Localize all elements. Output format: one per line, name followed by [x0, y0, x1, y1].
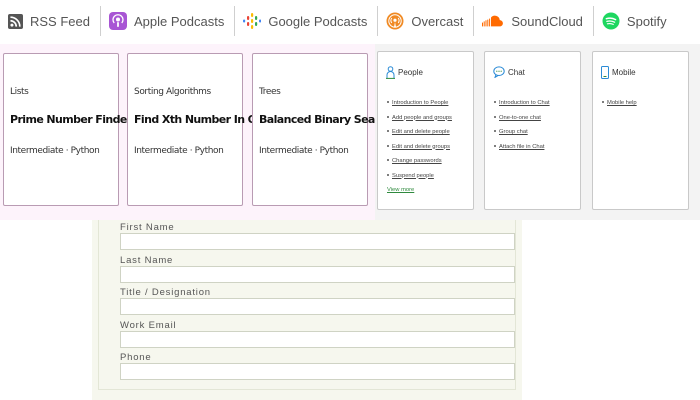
- podcast-subscribe-bar: RSS Feed Apple Podcasts Google Podcasts …: [0, 0, 700, 42]
- soundcloud-label: SoundCloud: [511, 13, 583, 29]
- list-item: Attach file in Chat: [494, 140, 550, 155]
- help-link[interactable]: Attach file in Chat: [499, 144, 544, 150]
- help-card-header: Chat: [493, 66, 525, 78]
- apple-podcasts-icon: [108, 12, 127, 30]
- list-item: Change passwords: [387, 154, 452, 169]
- help-card-title: Mobile: [612, 68, 636, 77]
- help-link[interactable]: Edit and delete groups: [392, 144, 450, 150]
- help-link[interactable]: Group chat: [499, 129, 528, 135]
- list-item: Introduction to People: [387, 96, 452, 111]
- list-item: Add people and groups: [387, 111, 452, 126]
- chat-icon: [493, 66, 505, 78]
- problem-card-prime-number-finder[interactable]: Lists Prime Number Finder Intermediate ·…: [3, 53, 132, 206]
- help-card-people: People Introduction to People Add people…: [377, 51, 474, 210]
- phone-input[interactable]: [120, 363, 515, 380]
- problem-category: Trees: [259, 87, 281, 97]
- soundcloud-icon: [482, 14, 504, 28]
- google-podcasts-icon: [243, 12, 262, 30]
- last-name-input[interactable]: [120, 266, 515, 283]
- problem-card-find-xth-number[interactable]: Sorting Algorithms Find Xth Number In Or…: [127, 53, 281, 206]
- help-link-list: Introduction to Chat One-to-one chat Gro…: [494, 96, 550, 154]
- list-item: Edit and delete groups: [387, 140, 452, 155]
- contact-form: First Name Last Name Title / Designation…: [92, 220, 522, 400]
- rss-feed-link[interactable]: RSS Feed: [0, 0, 100, 42]
- help-link[interactable]: Change passwords: [392, 158, 442, 164]
- help-card-chat: Chat Introduction to Chat One-to-one cha…: [484, 51, 581, 210]
- help-link[interactable]: Introduction to Chat: [499, 100, 550, 106]
- problem-card-balanced-bst[interactable]: Trees Balanced Binary Search Tree Interm…: [252, 53, 421, 206]
- soundcloud-link[interactable]: SoundCloud: [474, 0, 593, 42]
- first-name-input[interactable]: [120, 233, 515, 250]
- help-link[interactable]: One-to-one chat: [499, 115, 541, 121]
- list-item: Edit and delete people: [387, 125, 452, 140]
- problem-category: Sorting Algorithms: [134, 87, 211, 97]
- help-card-mobile: Mobile Mobile help: [592, 51, 689, 210]
- help-link[interactable]: Suspend people: [392, 173, 434, 179]
- list-item: One-to-one chat: [494, 111, 550, 126]
- overcast-label: Overcast: [411, 13, 464, 29]
- apple-podcasts-link[interactable]: Apple Podcasts: [101, 0, 234, 42]
- help-link-list: Mobile help: [602, 96, 637, 111]
- rss-feed-label: RSS Feed: [30, 13, 90, 29]
- help-link[interactable]: Mobile help: [607, 100, 637, 106]
- rss-icon: [8, 13, 23, 29]
- first-name-label: First Name: [120, 222, 175, 233]
- mobile-icon: [601, 66, 609, 79]
- help-link[interactable]: Add people and groups: [392, 115, 452, 121]
- overcast-icon: [386, 12, 404, 30]
- problem-meta: Intermediate · Python: [259, 146, 349, 156]
- list-item: Mobile help: [602, 96, 637, 111]
- help-link-list: Introduction to People Add people and gr…: [387, 96, 452, 183]
- title-designation-input[interactable]: [120, 298, 515, 315]
- list-item: Introduction to Chat: [494, 96, 550, 111]
- spotify-label: Spotify: [626, 13, 667, 29]
- spotify-link[interactable]: Spotify: [594, 0, 677, 42]
- help-link[interactable]: Edit and delete people: [392, 129, 450, 135]
- problem-meta: Intermediate · Python: [134, 146, 224, 156]
- apple-podcasts-label: Apple Podcasts: [133, 13, 225, 29]
- problem-meta: Intermediate · Python: [10, 146, 100, 156]
- overcast-link[interactable]: Overcast: [378, 0, 473, 42]
- help-card-title: People: [398, 68, 423, 77]
- problem-category: Lists: [10, 87, 29, 97]
- problem-title: Prime Number Finder: [10, 113, 132, 126]
- work-email-input[interactable]: [120, 331, 515, 348]
- help-link[interactable]: Introduction to People: [392, 100, 448, 106]
- work-email-label: Work Email: [120, 320, 177, 331]
- title-designation-label: Title / Designation: [120, 287, 211, 298]
- list-item: Suspend people: [387, 169, 452, 184]
- view-more-link[interactable]: View more: [387, 187, 414, 193]
- person-icon: [386, 66, 395, 79]
- google-podcasts-label: Google Podcasts: [268, 13, 368, 29]
- last-name-label: Last Name: [120, 255, 174, 266]
- spotify-icon: [602, 12, 620, 30]
- help-card-header: People: [386, 66, 423, 79]
- help-card-title: Chat: [508, 67, 525, 77]
- google-podcasts-link[interactable]: Google Podcasts: [235, 0, 377, 42]
- help-card-header: Mobile: [601, 66, 636, 79]
- list-item: Group chat: [494, 125, 550, 140]
- phone-label: Phone: [120, 352, 152, 363]
